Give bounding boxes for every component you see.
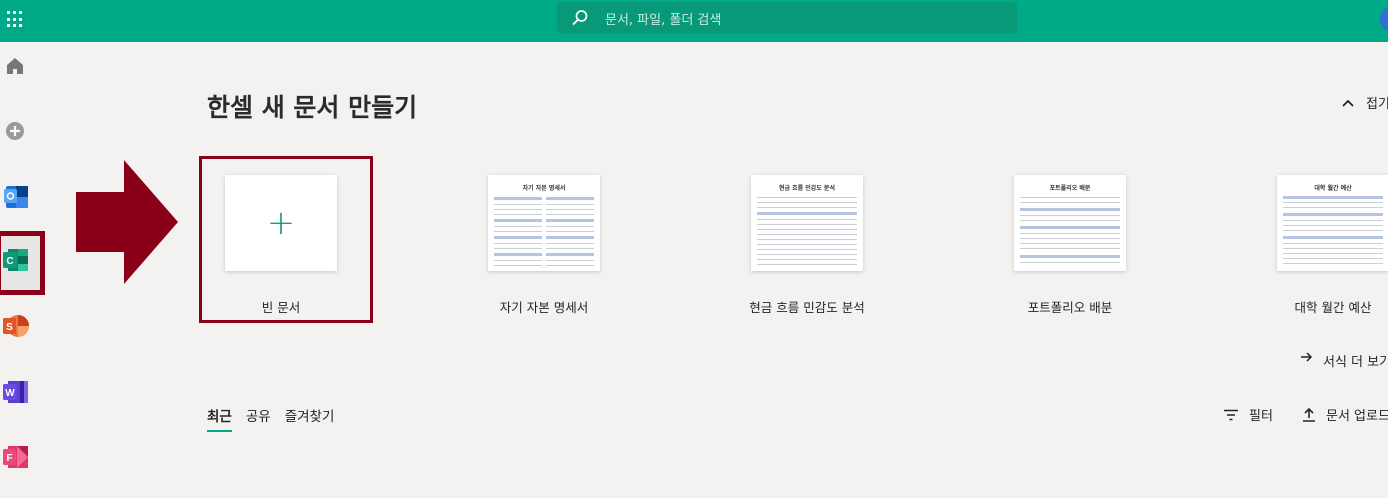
collapse-label: 접기 [1366,97,1388,112]
top-bar: 문서, 파일, 폴더 검색 [0,0,1388,42]
hancell-app-icon: C [3,249,28,271]
tab-shared[interactable]: 공유 [246,405,271,432]
template-cash-flow-card[interactable]: 현금 흐름 민감도 분석 [751,175,863,271]
thumb-title: 대학 월간 예산 [1314,185,1352,192]
arrow-right-icon [1301,352,1313,362]
template-portfolio-label: 포트폴리오 배분 [1027,300,1113,315]
svg-text:C: C [6,256,13,267]
avatar[interactable] [1380,6,1388,32]
template-college-budget-card[interactable]: 대학 월간 예산 [1277,175,1388,271]
plus-icon: + [266,203,296,243]
plus-circle-icon [6,122,24,140]
annotation-arrow-icon [76,160,178,284]
filter-icon [1224,409,1238,420]
rail-hanword-button[interactable]: W [0,376,32,408]
svg-text:W: W [5,388,15,399]
search-box[interactable]: 문서, 파일, 폴더 검색 [557,2,1017,33]
template-cash-flow-label: 현금 흐름 민감도 분석 [749,300,865,315]
rail-calendar-app-button[interactable] [0,180,32,212]
thumb-title: 현금 흐름 민감도 분석 [779,185,835,192]
template-equity-statement-label: 자기 자본 명세서 [499,300,589,315]
tab-favorites[interactable]: 즐겨찾기 [285,405,335,432]
template-college-budget-label: 대학 월간 예산 [1294,300,1372,315]
rail-hanshow-button[interactable]: S [0,310,32,342]
chevron-up-icon [1342,99,1354,107]
template-portfolio-card[interactable]: 포트폴리오 배분 [1014,175,1126,271]
svg-text:F: F [6,453,12,464]
upload-icon [1303,407,1315,422]
template-equity-statement-card[interactable]: 자기 자본 명세서 [488,175,600,271]
template-blank-card[interactable]: + [225,175,337,271]
tab-recent[interactable]: 최근 [207,405,232,432]
rail-hancell-button[interactable]: C [0,244,32,276]
svg-text:S: S [6,322,13,333]
more-formats-link[interactable]: 서식 더 보기 [1300,351,1388,370]
hanword-app-icon: W [3,381,28,403]
calendar-app-icon [4,186,28,208]
filter-label: 필터 [1249,409,1273,424]
file-tabs: 최근 공유 즐겨찾기 [207,405,334,432]
more-formats-label: 서식 더 보기 [1323,355,1388,370]
thumb-title: 자기 자본 명세서 [522,185,566,192]
forms-app-icon: F [3,446,28,468]
hanshow-app-icon: S [3,315,29,337]
upload-label: 문서 업로드 [1326,409,1388,424]
page-title: 한셀 새 문서 만들기 [207,93,418,122]
upload-button[interactable]: 문서 업로드 [1302,405,1388,424]
search-icon [572,10,588,26]
rail-forms-button[interactable]: F [0,441,32,473]
app-launcher-icon[interactable] [7,11,24,28]
home-icon [7,58,23,74]
rail-create-button[interactable] [0,116,32,148]
search-input[interactable]: 문서, 파일, 폴더 검색 [605,9,721,28]
filter-button[interactable]: 필터 [1223,405,1273,424]
rail-home-button[interactable] [0,51,32,83]
collapse-button[interactable]: 접기 [1342,93,1388,112]
thumb-title: 포트폴리오 배분 [1049,185,1091,192]
template-blank-label: 빈 문서 [261,300,301,315]
